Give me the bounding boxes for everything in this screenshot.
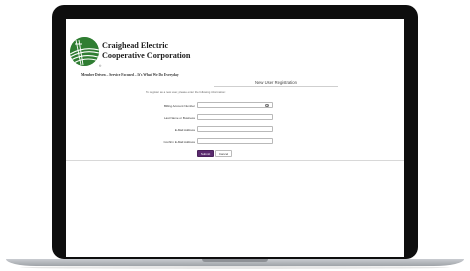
submit-button[interactable]: Submit <box>197 150 214 157</box>
registered-mark: ® <box>99 64 102 68</box>
form-instructions: To register as a new user, please enter … <box>146 90 226 94</box>
power-lines-logo-icon <box>70 37 99 66</box>
email-input[interactable] <box>197 126 273 132</box>
tagline: Member Driven – Service Focused – It's W… <box>81 73 179 77</box>
organization-name[interactable]: Craighead Electric Cooperative Corporati… <box>102 41 190 61</box>
browser-viewport: ® Craighead Electric Cooperative Corpora… <box>66 19 404 257</box>
organization-name-line2: Cooperative Corporation <box>102 51 191 60</box>
confirm-email-input[interactable] <box>197 138 273 144</box>
laptop-base-notch <box>202 259 268 262</box>
billing-account-input[interactable]: ? <box>197 102 273 108</box>
billing-account-label: Billing Account Number <box>163 104 195 108</box>
last-name-input[interactable] <box>197 114 273 120</box>
cancel-button[interactable]: Cancel <box>215 150 232 157</box>
last-name-label: Last Name or Business <box>163 116 195 120</box>
confirm-email-label: Confirm E-Mail Address <box>163 140 195 144</box>
title-divider <box>214 86 338 87</box>
email-label: E-Mail Address <box>174 128 195 132</box>
content-divider <box>66 160 404 161</box>
organization-name-line1: Craighead Electric <box>102 41 169 50</box>
laptop-shadow <box>20 266 450 269</box>
page-title: New User Registration <box>255 80 297 85</box>
question-circle-icon[interactable]: ? <box>265 103 269 107</box>
